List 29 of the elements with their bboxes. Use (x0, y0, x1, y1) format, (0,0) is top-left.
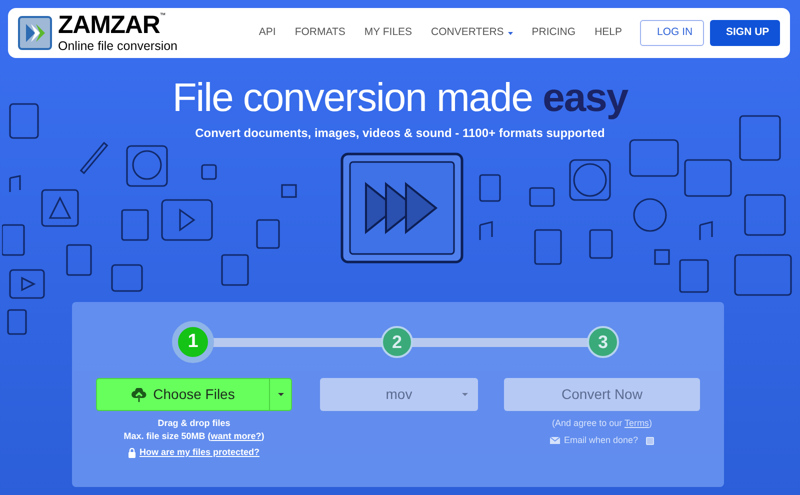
hero-subtitle: Convert documents, images, videos & sound - 1100+ formats supported (194, 125, 606, 142)
email-checkbox[interactable] (646, 436, 654, 445)
nav-link[interactable]: PRICING (532, 25, 576, 41)
step-badge: 2 (381, 326, 413, 358)
email-label: Email when done? (564, 434, 638, 447)
nav-link[interactable]: CONVERTERS (431, 25, 513, 41)
logo-tagline: Online file conversion (58, 40, 178, 53)
cloud-upload-icon (131, 388, 148, 402)
drag-drop-hint: Drag & drop files (158, 417, 230, 430)
nav-link[interactable]: MY FILES (364, 25, 412, 41)
nav-link[interactable]: HELP (594, 25, 622, 41)
logo-icon (18, 16, 52, 50)
lock-icon (128, 448, 136, 458)
choose-files-label: Choose Files (153, 385, 235, 404)
caret-icon (462, 393, 468, 397)
log-in-button[interactable]: LOG IN (640, 20, 704, 46)
choose-files-button[interactable]: Choose Files (96, 378, 292, 411)
sign-up-button[interactable]: SIGN UP (710, 20, 780, 46)
terms-note: (And agree to our Terms) (552, 417, 652, 430)
envelope-icon (550, 437, 560, 444)
hero-title: File conversion made easy (171, 75, 630, 122)
step-badge: 3 (587, 326, 619, 358)
caret-icon (508, 32, 513, 34)
nav-link[interactable]: API (258, 25, 276, 41)
logo-wordmark: ZAMZAR (58, 13, 160, 38)
step-badge: 1 (172, 321, 214, 363)
nav-link[interactable]: FORMATS (294, 25, 346, 41)
caret-icon (278, 392, 284, 396)
file-size-note: Max. file size 50MB (want more?) (124, 430, 264, 443)
